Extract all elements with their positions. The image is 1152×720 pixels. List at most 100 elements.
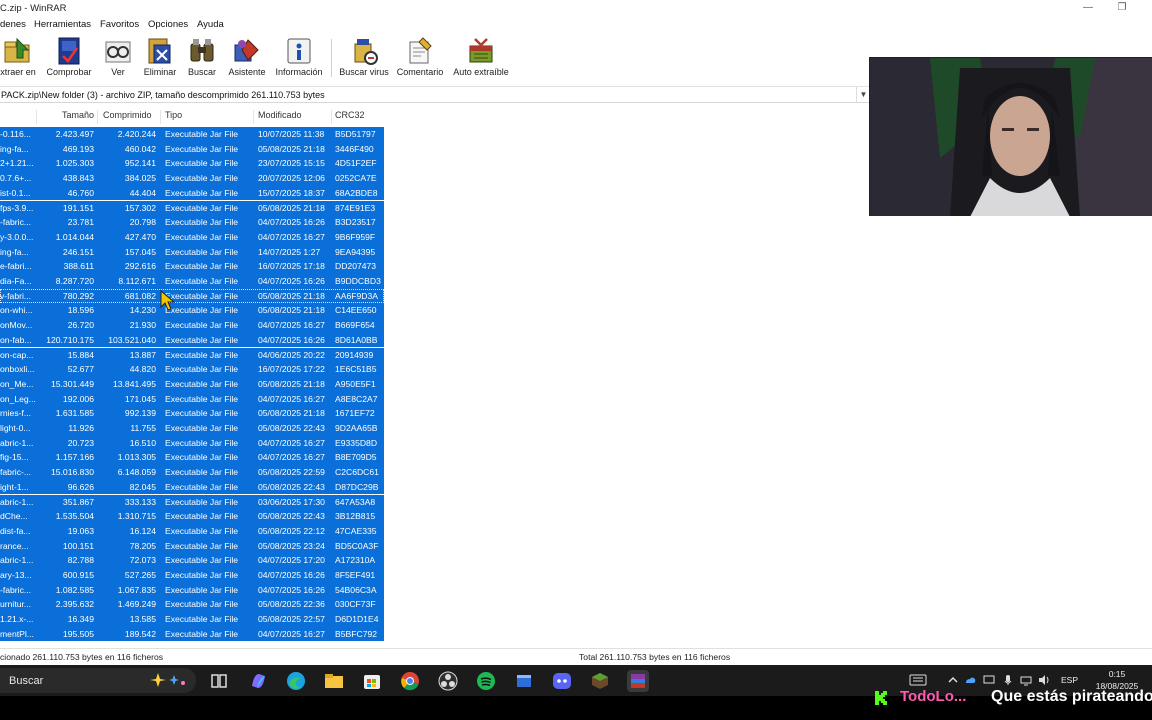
file-row[interactable]: light-0... 11.926 11.755 Executable Jar Fil… xyxy=(0,421,384,436)
stream-overlay-bar xyxy=(0,696,1152,720)
file-crc-cell: 9B6F959F xyxy=(335,231,376,242)
menu-favoritos[interactable]: Favoritos xyxy=(100,19,139,30)
file-explorer-icon[interactable] xyxy=(323,670,345,692)
column-divider[interactable] xyxy=(253,110,254,124)
winrar-window: C.zip - WinRAR — ❐ denes Herramientas Fa… xyxy=(0,0,1152,720)
file-row[interactable]: 2+1.21... 1.025.303 952.141 Executable Jar … xyxy=(0,156,384,172)
file-row[interactable]: rance... 100.151 78.205 Executable Jar File… xyxy=(0,538,384,554)
restore-button[interactable]: ❐ xyxy=(1108,1,1136,15)
file-row[interactable]: ing-fa... 246.151 157.045 Executable Jar Fi… xyxy=(0,244,384,260)
file-row[interactable]: -fabric... 23.781 20.798 Executable Jar Fil… xyxy=(0,215,384,230)
menu-opciones[interactable]: Opciones xyxy=(148,19,188,30)
obs-icon[interactable] xyxy=(437,670,459,692)
file-size-cell: 15.301.449 xyxy=(50,378,94,389)
info-button[interactable]: Información xyxy=(274,33,324,83)
file-row[interactable]: ist-0.1... 46.760 44.404 Executable Jar Fil… xyxy=(0,185,384,201)
file-row[interactable]: dist-fa... 19.063 16.124 Executable Jar Fil… xyxy=(0,523,384,539)
minecraft-icon[interactable] xyxy=(589,670,611,692)
column-modified[interactable]: Modificado xyxy=(258,110,302,120)
comment-button[interactable]: Comentario xyxy=(397,33,443,83)
file-row[interactable]: v-fabri... 780.292 681.082 Executable Jar F… xyxy=(0,288,384,304)
display-icon[interactable] xyxy=(983,674,995,686)
file-row[interactable]: fabric-... 15.016.830 6.148.059 Executable … xyxy=(0,465,384,480)
onedrive-icon[interactable] xyxy=(964,674,976,686)
menu-ayuda[interactable]: Ayuda xyxy=(197,19,224,30)
file-row[interactable]: ing-fa... 469.193 460.042 Executable Jar Fi… xyxy=(0,141,384,157)
file-type-cell: Executable Jar File xyxy=(165,231,239,242)
file-row[interactable]: y-3.0.0... 1.014.044 427.470 Executable Jar… xyxy=(0,229,384,245)
file-row[interactable]: on_Leg... 192.006 171.045 Executable Jar Fi… xyxy=(0,391,384,407)
file-row[interactable]: on_Me... 15.301.449 13.841.495 Executable J… xyxy=(0,376,384,392)
delete-button[interactable]: Eliminar xyxy=(142,33,178,83)
file-row[interactable]: fig-15... 1.157.166 1.013.305 Executable Ja… xyxy=(0,450,384,466)
column-type[interactable]: Tipo xyxy=(165,110,182,120)
microphone-icon[interactable] xyxy=(1002,674,1014,686)
file-row[interactable]: e-fabri... 388.611 292.616 Executable Jar F… xyxy=(0,259,384,274)
test-button[interactable]: Comprobar xyxy=(46,33,92,83)
edge-icon[interactable] xyxy=(285,670,307,692)
file-row[interactable]: 0.7.6+... 438.843 384.025 Executable Jar Fi… xyxy=(0,171,384,186)
file-row[interactable]: abric-1... 82.788 72.073 Executable Jar Fil… xyxy=(0,553,384,568)
file-size-cell: 780.292 xyxy=(62,290,94,301)
winrar-taskbar-icon[interactable] xyxy=(627,670,649,692)
file-row[interactable]: on-fab... 120.710.175 103.521.040 Executabl… xyxy=(0,332,384,348)
file-type-cell: Executable Jar File xyxy=(165,364,239,375)
file-row[interactable]: rnies-f... 1.631.585 992.139 Executable Jar… xyxy=(0,406,384,421)
file-row[interactable]: onMov... 26.720 21.930 Executable Jar File 0… xyxy=(0,318,384,333)
file-row[interactable]: fps-3.9... 191.151 157.302 Executable Jar F… xyxy=(0,200,384,216)
chrome-icon[interactable] xyxy=(399,670,421,692)
file-row[interactable]: on-cap... 15.884 13.887 Executable Jar File… xyxy=(0,347,384,363)
column-divider[interactable] xyxy=(331,110,332,124)
volume-icon[interactable] xyxy=(1038,674,1050,686)
file-row[interactable]: dia-Fa... 8.287.720 8.112.671 Executable Ja… xyxy=(0,274,384,289)
task-view-icon[interactable] xyxy=(208,670,230,692)
file-row[interactable]: -fabric... 1.082.585 1.067.835 Executable J… xyxy=(0,582,384,598)
column-divider[interactable] xyxy=(36,110,37,124)
file-row[interactable]: abric-1... 351.867 333.133 Executable Jar F… xyxy=(0,494,384,510)
sparkle-icon xyxy=(150,673,185,687)
file-row[interactable]: dChe... 1.535.504 1.310.715 Executable Jar … xyxy=(0,509,384,524)
input-language[interactable]: ESP xyxy=(1061,675,1078,685)
file-row[interactable]: abric-1... 20.723 16.510 Executable Jar Fil… xyxy=(0,435,384,451)
file-name-cell: onMov... xyxy=(0,320,33,331)
network-icon[interactable] xyxy=(1020,674,1032,686)
file-type-cell: Executable Jar File xyxy=(165,540,239,551)
file-row[interactable]: urnitur... 2.395.632 1.469.249 Executable J… xyxy=(0,597,384,613)
file-packed-cell: 460.042 xyxy=(124,143,156,154)
column-packed[interactable]: Comprimido xyxy=(103,110,152,120)
menu-ordenes[interactable]: denes xyxy=(0,19,26,30)
menu-herramientas[interactable]: Herramientas xyxy=(34,19,91,30)
keyboard-icon[interactable] xyxy=(909,674,927,686)
file-packed-cell: 952.141 xyxy=(124,158,156,169)
minimize-button[interactable]: — xyxy=(1074,1,1102,15)
spotify-icon[interactable] xyxy=(475,670,497,692)
file-row[interactable]: ight-1... 96.626 82.045 Executable Jar File… xyxy=(0,479,384,495)
file-row[interactable]: ary-13... 600.915 527.265 Executable Jar Fi… xyxy=(0,568,384,583)
file-row[interactable]: mentPl... 195.505 189.542 Executable Jar Fi… xyxy=(0,626,384,642)
extract-to-button[interactable]: xtraer en xyxy=(0,33,36,83)
sfx-button[interactable]: Auto extraíble xyxy=(453,33,509,83)
column-divider[interactable] xyxy=(97,110,98,124)
column-size[interactable]: Tamaño xyxy=(62,110,94,120)
file-row[interactable]: on-whi... 18.596 14.230 Executable Jar File… xyxy=(0,303,384,319)
file-row[interactable]: -0.116... 2.423.497 2.420.244 Executable Ja… xyxy=(0,127,384,142)
column-crc[interactable]: CRC32 xyxy=(335,110,365,120)
file-type-cell: Executable Jar File xyxy=(165,570,239,580)
column-divider[interactable] xyxy=(160,110,161,124)
chevron-down-icon[interactable]: ▼ xyxy=(856,87,870,102)
wizard-button[interactable]: Asistente xyxy=(228,33,266,83)
chevron-up-icon[interactable] xyxy=(947,674,959,686)
file-row[interactable]: 1.21.x-... 16.349 13.585 Executable Jar Fil… xyxy=(0,612,384,627)
status-bar: cionado 261.110.753 bytes en 116 fichero… xyxy=(0,648,1152,664)
address-bar[interactable]: PACK.zip\New folder (3) - archivo ZIP, t… xyxy=(0,86,870,103)
view-button[interactable]: Ver xyxy=(102,33,134,83)
store-icon[interactable] xyxy=(361,670,383,692)
file-row[interactable]: onboxli... 52.677 44.820 Executable Jar Fil… xyxy=(0,362,384,377)
file-crc-cell: 20914939 xyxy=(335,349,374,360)
virus-scan-button[interactable]: Buscar virus xyxy=(339,33,389,83)
taskbar-search[interactable]: Buscar xyxy=(0,668,196,693)
discord-icon[interactable] xyxy=(551,670,573,692)
copilot-icon[interactable] xyxy=(248,670,270,692)
find-button[interactable]: Buscar xyxy=(186,33,218,83)
app-window-icon[interactable] xyxy=(513,670,535,692)
